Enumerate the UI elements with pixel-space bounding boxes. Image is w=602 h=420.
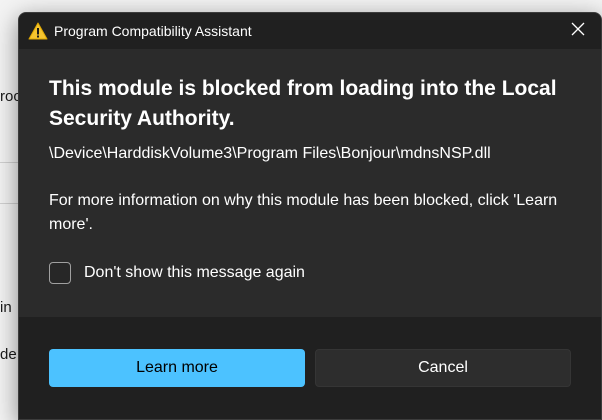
message-heading: This module is blocked from loading into…: [49, 77, 557, 130]
dialog-footer: Learn more Cancel: [19, 317, 601, 419]
dialog-content: This module is blocked from loading into…: [19, 49, 601, 317]
title-bar[interactable]: Program Compatibility Assistant: [19, 13, 601, 49]
cancel-button[interactable]: Cancel: [315, 349, 571, 387]
dont-show-again-checkbox[interactable]: [49, 262, 71, 284]
close-button[interactable]: [555, 13, 601, 49]
dont-show-again-label[interactable]: Don't show this message again: [84, 264, 305, 282]
background-text-fragment: in: [0, 299, 12, 316]
background-divider: [0, 203, 20, 204]
close-icon: [571, 22, 585, 41]
window-title: Program Compatibility Assistant: [54, 23, 252, 39]
dont-show-again-option[interactable]: Don't show this message again: [49, 261, 305, 285]
warning-icon: [28, 22, 48, 40]
compatibility-dialog: Program Compatibility Assistant This mod…: [18, 12, 602, 420]
module-path: \Device\HarddiskVolume3\Program Files\Bo…: [49, 145, 491, 162]
background-divider: [0, 162, 20, 163]
info-text: For more information on why this module …: [49, 192, 558, 233]
learn-more-button[interactable]: Learn more: [49, 349, 305, 387]
background-text-fragment: de: [0, 346, 17, 363]
